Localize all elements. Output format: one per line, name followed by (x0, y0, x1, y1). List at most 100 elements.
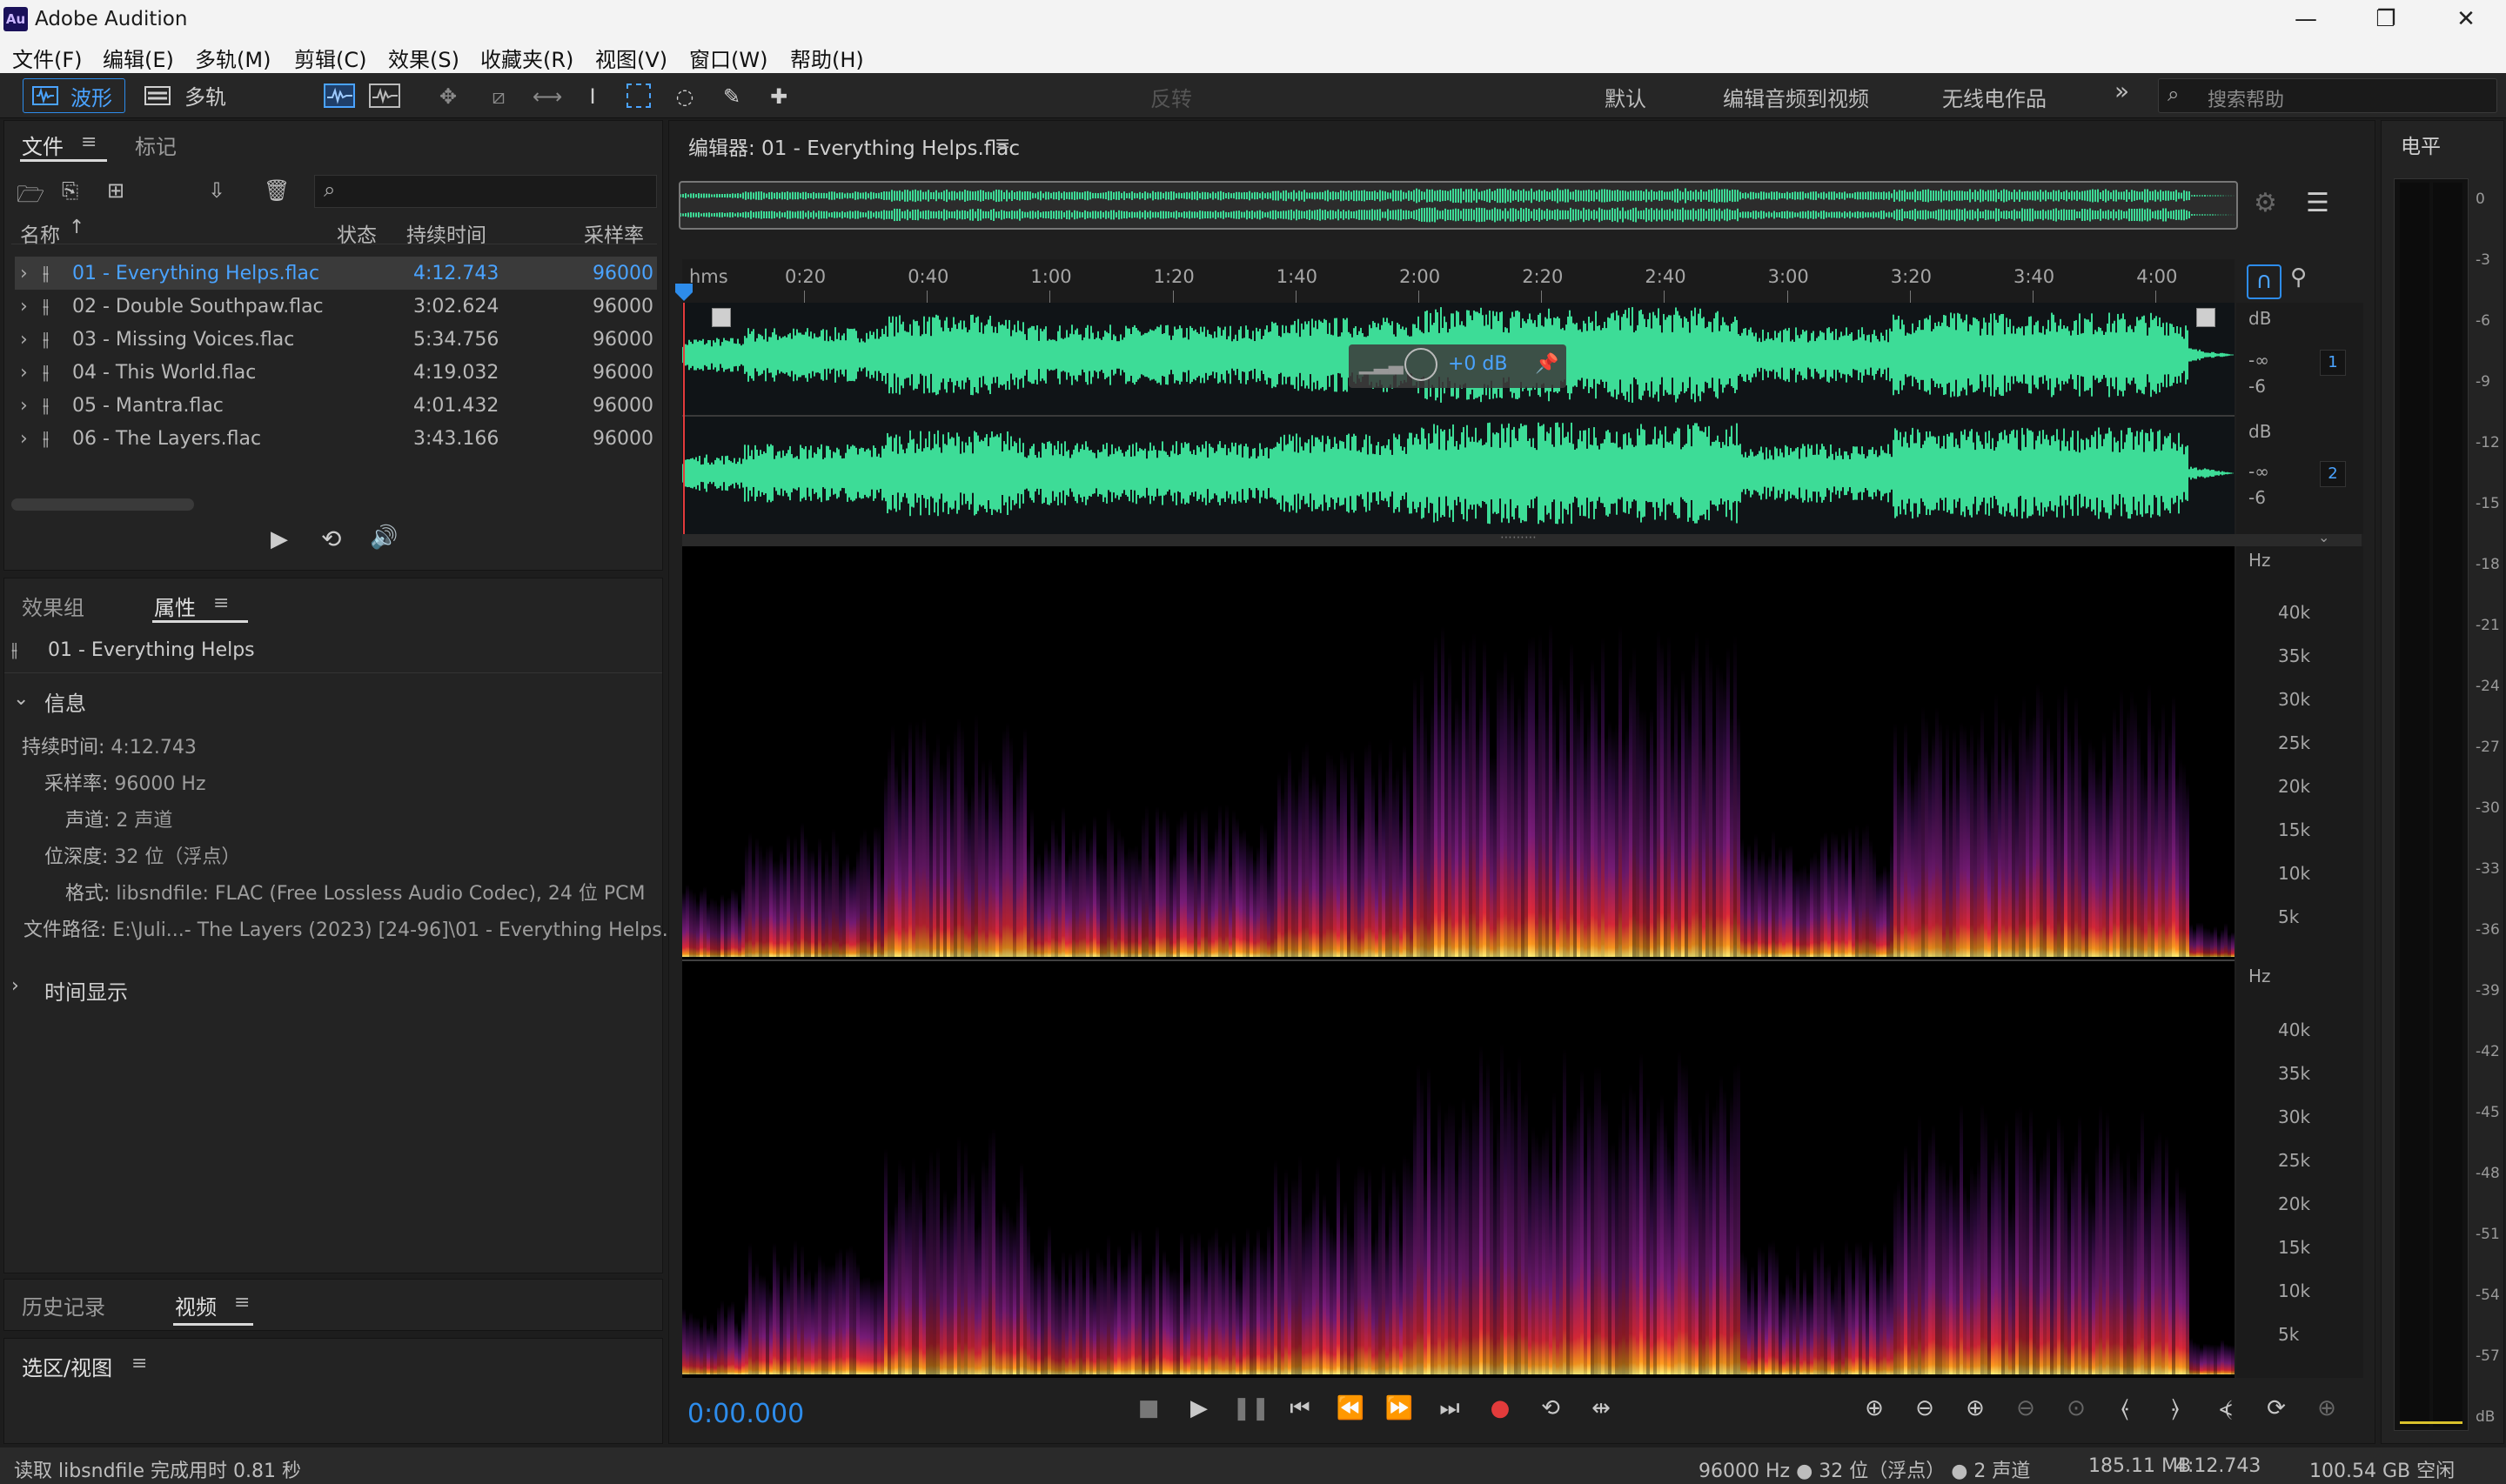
maximize-button[interactable]: ❐ (2346, 0, 2426, 38)
zoom-in-right-icon[interactable]: ⦒ (2158, 1395, 2193, 1422)
menu-effects[interactable]: 效果(S) (388, 43, 459, 73)
column-state[interactable]: 状态 (337, 218, 377, 248)
minimize-button[interactable]: — (2266, 0, 2346, 38)
insert-into-multitrack-icon[interactable]: ⇩ (208, 178, 225, 203)
gain-knob-icon[interactable] (1404, 348, 1437, 381)
open-file-icon[interactable]: 🗁 (17, 178, 44, 217)
fast-forward-icon[interactable]: ⏩ (1382, 1395, 1417, 1421)
pin-icon[interactable]: 📌 (1535, 353, 1558, 375)
slip-tool-icon[interactable]: ⟷ (533, 84, 562, 110)
files-horizontal-scrollbar[interactable] (11, 498, 194, 511)
channel-2-badge[interactable]: 2 (2320, 461, 2346, 487)
tab-video[interactable]: 视频 (175, 1290, 217, 1320)
razor-tool-icon[interactable]: ⧄ (486, 84, 512, 110)
workspace-default[interactable]: 默认 (1605, 82, 1646, 112)
chevron-down-icon[interactable]: ⌄ (13, 688, 29, 710)
spectral-frequency-display[interactable] (682, 546, 2235, 1378)
waveform-display-icon[interactable] (324, 84, 355, 108)
overview-navigator[interactable] (679, 181, 2238, 230)
spectral-display-icon[interactable] (369, 84, 400, 108)
chevron-right-icon[interactable]: › (20, 296, 28, 318)
file-row[interactable]: › ⫲ 03 - Missing Voices.flac 5:34.756 96000 … (15, 323, 659, 356)
waveform-view-button[interactable]: 波形 (23, 78, 125, 113)
new-file-icon[interactable]: ⊞ (107, 178, 124, 203)
file-row[interactable]: › ⫲ 06 - The Layers.flac 3:43.166 96000 H (15, 422, 659, 455)
column-samplerate[interactable]: 采样率 (584, 218, 644, 248)
file-row[interactable]: › ⫲ 02 - Double Southpaw.flac 3:02.624 96000… (15, 290, 659, 323)
more-workspaces-icon[interactable]: » (2114, 77, 2129, 105)
tab-effects-rack[interactable]: 效果组 (22, 591, 84, 621)
tab-selection-view[interactable]: 选区/视图 (22, 1351, 112, 1381)
help-search-field[interactable]: ⌕ 搜索帮助 (2158, 78, 2497, 113)
chevron-right-icon[interactable]: › (20, 263, 28, 284)
file-row[interactable]: › ⫲ 04 - This World.flac 4:19.032 96000 H (15, 356, 659, 389)
go-to-end-icon[interactable]: ⏭ (1432, 1395, 1467, 1422)
column-name[interactable]: 名称 (20, 218, 60, 248)
workspace-radio-production[interactable]: 无线电作品 (1942, 82, 2047, 112)
files-search-input[interactable]: ⌕ (314, 175, 657, 208)
properties-panel-menu-icon[interactable]: ≡ (213, 592, 229, 614)
selection-panel-menu-icon[interactable]: ≡ (131, 1353, 147, 1374)
snap-icon[interactable]: ∩ (2247, 264, 2282, 299)
zoom-frequency-icon[interactable]: ⊕ (2309, 1395, 2344, 1421)
spot-healing-tool-icon[interactable]: ✚ (766, 84, 792, 110)
go-to-start-icon[interactable]: ⏮ (1283, 1395, 1317, 1422)
info-section-header[interactable]: 信息 (44, 686, 86, 717)
tab-history[interactable]: 历史记录 (22, 1290, 105, 1320)
skip-selection-icon[interactable]: ⇹ (1584, 1395, 1618, 1421)
time-ruler[interactable]: hms 0:20 0:40 1:00 1:20 1:40 2:00 2:20 2:40 3:00… (682, 259, 2235, 303)
column-duration[interactable]: 持续时间 (406, 218, 486, 248)
menu-view[interactable]: 视图(V) (595, 43, 667, 73)
fade-out-handle[interactable] (2196, 308, 2215, 327)
menu-favorites[interactable]: 收藏夹(R) (480, 43, 573, 73)
play-icon[interactable]: ▶ (1182, 1395, 1216, 1421)
move-tool-icon[interactable]: ✥ (435, 84, 461, 110)
menu-edit[interactable]: 编辑(E) (103, 43, 174, 73)
waveform-spectrum-splitter[interactable]: ⋯⋯⋯ ⌄ (682, 529, 2362, 546)
pause-icon[interactable]: ❚❚ (1232, 1395, 1270, 1421)
chevron-right-icon[interactable]: › (11, 975, 19, 997)
play-preview-icon[interactable]: ▶ (271, 526, 288, 552)
marker-pin-icon[interactable]: ⚲ (2290, 264, 2307, 291)
zoom-to-selection-transport-icon[interactable]: ⦓ (2208, 1395, 2243, 1422)
splitter-chevron-icon[interactable]: ⌄ (2318, 529, 2329, 545)
reverse-button[interactable]: 反转 (1150, 82, 1192, 112)
zoom-in-amplitude-icon[interactable]: ⊕ (1857, 1395, 1892, 1421)
rewind-icon[interactable]: ⏪ (1333, 1395, 1368, 1421)
loop-playback-icon[interactable]: ⟲ (1533, 1395, 1568, 1421)
menu-multitrack[interactable]: 多轨(M) (195, 43, 271, 73)
delete-icon[interactable]: 🗑 (264, 178, 290, 203)
tab-files[interactable]: 文件 (22, 130, 64, 160)
marquee-tool-icon[interactable] (626, 84, 651, 108)
menu-file[interactable]: 文件(F) (12, 43, 83, 73)
chevron-right-icon[interactable]: › (20, 329, 28, 351)
menu-window[interactable]: 窗口(W) (689, 43, 767, 73)
channel-1-badge[interactable]: 1 (2320, 350, 2346, 376)
current-time-display[interactable]: 0:00.000 (687, 1399, 804, 1429)
chevron-right-icon[interactable]: › (20, 362, 28, 384)
time-display-section[interactable]: 时间显示 (44, 975, 128, 1006)
toggle-overview-icon[interactable]: ☰ (2306, 188, 2329, 218)
zoom-out-time-icon[interactable]: ⊖ (2008, 1395, 2043, 1421)
workspace-edit-audio-to-video[interactable]: 编辑音频到视频 (1723, 82, 1869, 112)
menu-clip[interactable]: 剪辑(C) (294, 43, 366, 73)
brush-tool-icon[interactable]: ✎ (719, 84, 745, 110)
import-file-icon[interactable]: ⎘ (62, 178, 78, 203)
record-icon[interactable]: ● (1483, 1395, 1518, 1421)
loop-preview-icon[interactable]: ⟲ (321, 525, 341, 553)
menu-help[interactable]: 帮助(H) (790, 43, 864, 73)
multitrack-view-button[interactable]: 多轨 (141, 78, 245, 113)
zoom-in-left-icon[interactable]: ⦑ (2107, 1395, 2142, 1422)
playhead-marker[interactable] (675, 284, 693, 301)
tab-markers[interactable]: 标记 (135, 130, 177, 160)
files-panel-menu-icon[interactable]: ≡ (81, 131, 97, 153)
time-selection-tool-icon[interactable]: I (580, 84, 606, 110)
tab-properties[interactable]: 属性 (154, 591, 196, 621)
close-button[interactable]: ✕ (2426, 0, 2506, 38)
zoom-in-time-icon[interactable]: ⊕ (1958, 1395, 1993, 1421)
chevron-right-icon[interactable]: › (20, 395, 28, 417)
zoom-to-selection-icon[interactable]: ⚙ (2254, 188, 2277, 218)
fade-in-handle[interactable] (712, 308, 731, 327)
hud-gain-control[interactable]: ▁▂▃ +0 dB 📌 (1349, 344, 1566, 388)
file-row[interactable]: › ⫲ 05 - Mantra.flac 4:01.432 96000 H (15, 389, 659, 422)
